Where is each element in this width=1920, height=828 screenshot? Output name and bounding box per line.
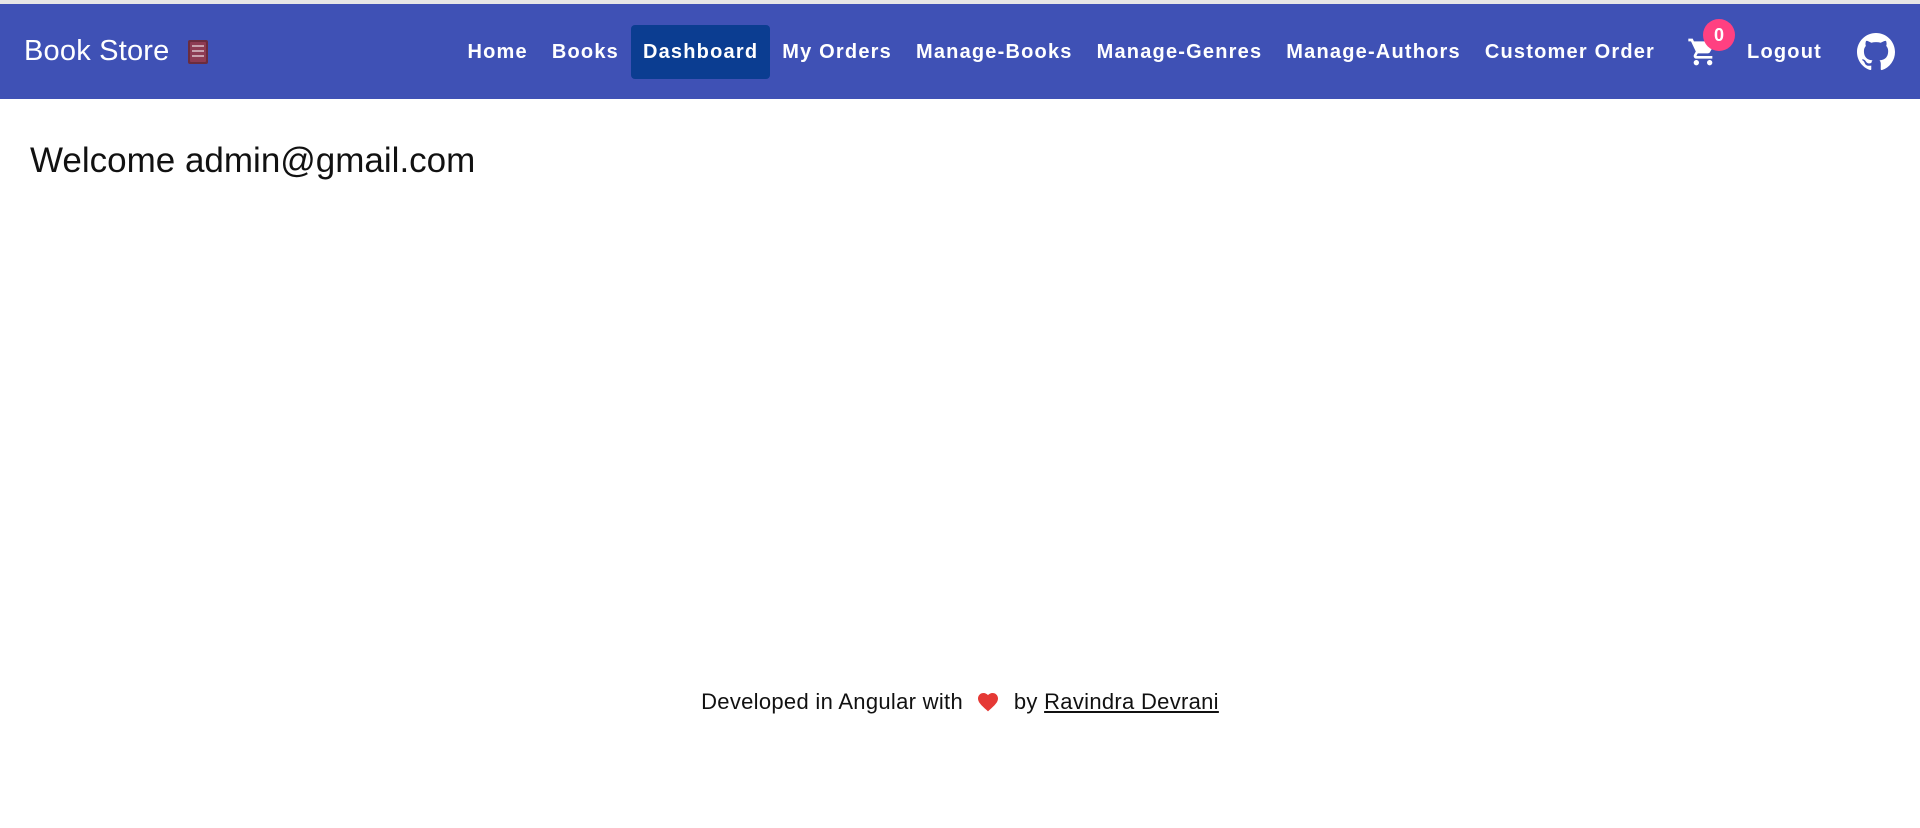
footer: Developed in Angular with by Ravindra De…: [0, 689, 1920, 715]
brand-title: Book Store: [24, 35, 170, 67]
nav-books[interactable]: Books: [540, 25, 631, 79]
logout-button[interactable]: Logout: [1735, 25, 1834, 79]
top-navbar: Book Store Home Books Dashboard My Order…: [0, 4, 1920, 99]
main-content: Welcome admin@gmail.com: [0, 99, 1920, 689]
github-icon: [1857, 32, 1895, 70]
author-link[interactable]: Ravindra Devrani: [1044, 689, 1219, 714]
nav-home[interactable]: Home: [455, 25, 539, 79]
books-icon: [187, 38, 209, 66]
nav-dashboard[interactable]: Dashboard: [630, 24, 771, 79]
nav-menu: Home Books Dashboard My Orders Manage-Bo…: [455, 18, 1896, 79]
footer-text: Developed in Angular with: [701, 689, 963, 714]
cart-button[interactable]: 0: [1681, 18, 1736, 79]
brand-link[interactable]: Book Store: [24, 35, 209, 68]
nav-manage-authors[interactable]: Manage-Authors: [1274, 25, 1473, 79]
heart-icon: [975, 690, 1001, 712]
nav-manage-genres[interactable]: Manage-Genres: [1085, 25, 1275, 79]
github-link[interactable]: [1856, 32, 1896, 72]
nav-customer-order[interactable]: Customer Order: [1473, 25, 1667, 79]
nav-my-orders[interactable]: My Orders: [770, 25, 904, 79]
cart-count-badge: 0: [1703, 18, 1736, 51]
welcome-message: Welcome admin@gmail.com: [30, 141, 476, 180]
footer-by-text: by: [1013, 689, 1038, 714]
nav-manage-books[interactable]: Manage-Books: [904, 25, 1085, 79]
